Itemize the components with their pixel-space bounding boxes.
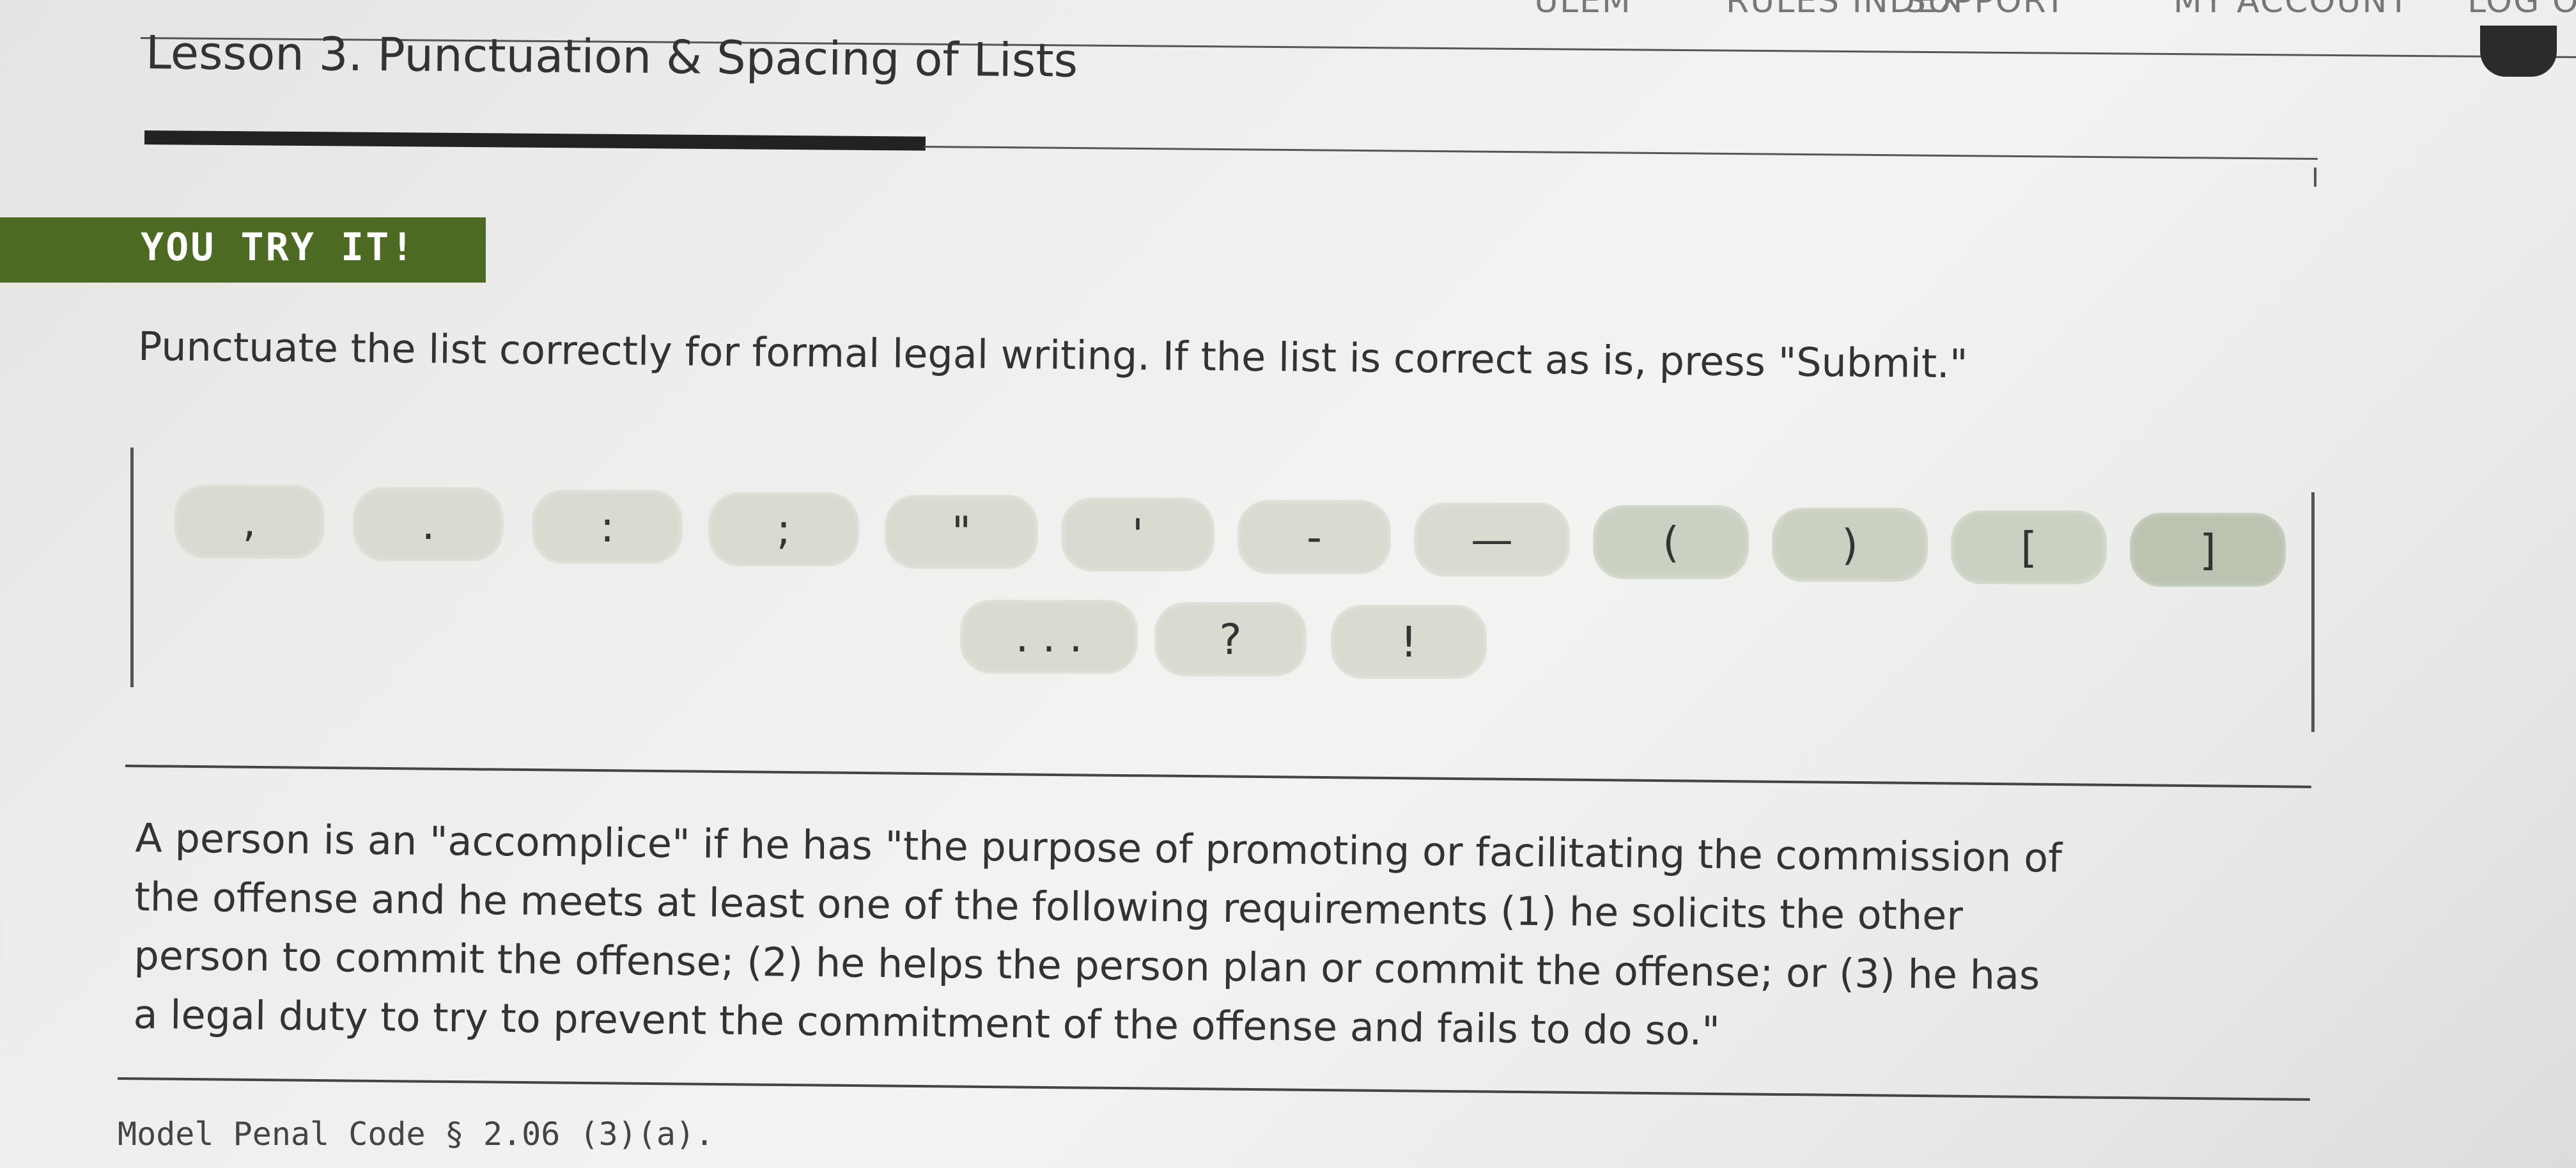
- comma-button[interactable]: ,: [174, 485, 325, 559]
- em-dash-button[interactable]: —: [1414, 502, 1570, 577]
- open-paren-button[interactable]: (: [1593, 505, 1749, 579]
- account-avatar[interactable]: [2480, 26, 2557, 77]
- nav-support[interactable]: SUPPORT: [1905, 0, 2067, 20]
- palette-border-left: [130, 448, 134, 687]
- exclamation-button[interactable]: !: [1331, 605, 1487, 679]
- progress-bar-filled: [144, 130, 926, 151]
- exercise-instructions: Punctuate the list correctly for formal …: [137, 323, 1968, 387]
- progress-bar-track: [924, 146, 2318, 160]
- colon-button[interactable]: :: [532, 490, 683, 564]
- close-bracket-button[interactable]: ]: [2130, 513, 2286, 587]
- apostrophe-button[interactable]: ': [1061, 497, 1214, 572]
- progress-bar-end: [2314, 167, 2316, 187]
- ellipsis-button[interactable]: . . .: [960, 600, 1138, 674]
- nav-fragment[interactable]: ULEM: [1534, 0, 1632, 20]
- close-paren-button[interactable]: ): [1772, 508, 1928, 582]
- open-bracket-button[interactable]: [: [1951, 510, 2107, 584]
- question-mark-button[interactable]: ?: [1154, 602, 1307, 676]
- semicolon-button[interactable]: ;: [708, 492, 859, 566]
- page-title: Lesson 3. Punctuation & Spacing of Lists: [145, 26, 1078, 88]
- period-button[interactable]: .: [353, 487, 504, 561]
- nav-my-account[interactable]: MY ACCOUNT: [2173, 0, 2410, 20]
- source-citation: Model Penal Code § 2.06 (3)(a).: [118, 1116, 715, 1153]
- nav-log-out[interactable]: LOG O: [2467, 0, 2576, 20]
- passage-top-rule: [125, 765, 2311, 788]
- you-try-label: YOU TRY IT!: [141, 225, 416, 270]
- double-quote-button[interactable]: ": [885, 495, 1038, 569]
- hyphen-button[interactable]: -: [1238, 500, 1391, 574]
- passage-bottom-rule: [117, 1077, 2310, 1101]
- palette-border-right: [2311, 492, 2315, 732]
- editable-passage[interactable]: A person is an "accomplice" if he has "t…: [133, 809, 2200, 1066]
